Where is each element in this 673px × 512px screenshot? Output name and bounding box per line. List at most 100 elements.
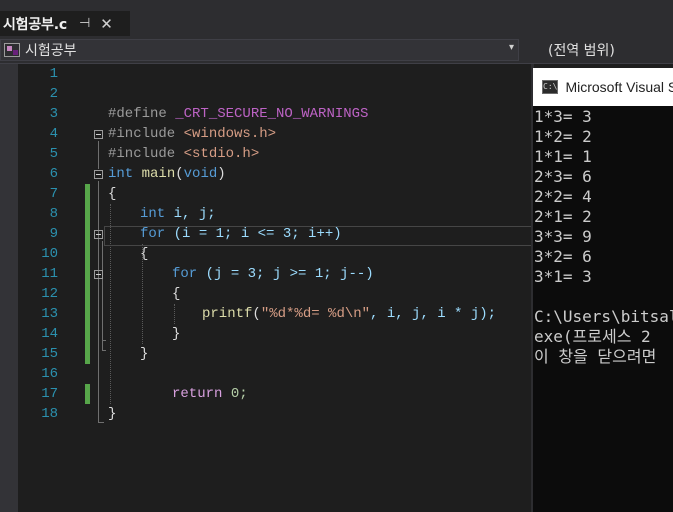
line-number: 3	[49, 106, 58, 122]
close-icon[interactable]: ✕	[100, 15, 113, 33]
line-number: 17	[41, 386, 58, 402]
code-line-7[interactable]: {	[108, 184, 116, 204]
paren: )	[217, 166, 226, 182]
document-tab-strip: 시험공부.c ⊣ ✕	[0, 0, 673, 36]
keyword: for	[172, 266, 198, 282]
include-header: <windows.h>	[183, 126, 277, 142]
console-line: 1*3= 3	[534, 107, 592, 126]
line-number: 13	[41, 306, 58, 322]
outline-line	[98, 181, 99, 423]
navigation-bar: 시험공부 ▾ (전역 범위)	[0, 36, 673, 64]
include-header: <stdio.h>	[183, 146, 260, 162]
arguments: , i, j, i * j);	[370, 306, 497, 322]
console-line: 2*1= 2	[534, 207, 592, 226]
line-number: 7	[49, 186, 58, 202]
keyword: for	[140, 226, 166, 242]
collapse-icon[interactable]	[94, 170, 103, 179]
brace: }	[172, 326, 181, 342]
for-condition: (i = 1; i <= 3; i++)	[165, 226, 342, 242]
change-indicator	[85, 384, 90, 404]
tab-title[interactable]: 시험공부.c	[3, 14, 67, 34]
global-scope-label: (전역 범위)	[548, 43, 615, 59]
project-icon	[4, 43, 20, 57]
console-line: 3*1= 3	[534, 267, 592, 286]
change-indicator	[85, 184, 90, 364]
code-line-6[interactable]: int main(void)	[108, 164, 226, 184]
code-line-9[interactable]: for (i = 1; i <= 3; i++)	[140, 224, 342, 244]
keyword: int	[140, 206, 166, 222]
paren: (	[175, 166, 184, 182]
keyword: int	[108, 166, 134, 182]
code-line-14[interactable]: }	[172, 324, 180, 344]
return-value: 0;	[222, 386, 248, 402]
line-number: 11	[41, 266, 58, 282]
console-line: 3*3= 9	[534, 227, 592, 246]
pin-icon[interactable]: ⊣	[79, 16, 90, 31]
code-line-15[interactable]: }	[140, 344, 148, 364]
code-line-18[interactable]: }	[108, 404, 116, 424]
brace: }	[140, 346, 149, 362]
outline-line	[102, 350, 106, 351]
brace: }	[108, 406, 117, 422]
console-line: 1*2= 2	[534, 127, 592, 146]
code-line-11[interactable]: for (j = 3; j >= 1; j--)	[172, 264, 374, 284]
brace: {	[172, 286, 181, 302]
global-scope-dropdown[interactable]: (전역 범위)	[530, 39, 673, 61]
function-name: printf	[202, 306, 253, 322]
outline-line	[102, 281, 103, 341]
line-number: 6	[49, 166, 58, 182]
brace: {	[140, 246, 149, 262]
console-title-bar[interactable]: C:\ Microsoft Visual Studio 디버그 콘솔	[533, 68, 673, 106]
collapse-icon[interactable]	[94, 130, 103, 139]
brace: {	[108, 186, 117, 202]
code-line-13[interactable]: printf("%d*%d= %d\n", i, j, i * j);	[202, 304, 496, 324]
line-number: 15	[41, 346, 58, 362]
line-number: 10	[41, 246, 58, 262]
collapse-icon[interactable]	[94, 270, 103, 279]
code-line-12[interactable]: {	[172, 284, 180, 304]
line-number: 14	[41, 326, 58, 342]
preprocessor-directive: #include	[108, 146, 176, 162]
console-icon: C:\	[542, 80, 559, 94]
collapse-icon[interactable]	[94, 230, 103, 239]
line-number: 8	[49, 206, 58, 222]
code-line-10[interactable]: {	[140, 244, 148, 264]
project-scope-label: 시험공부	[25, 43, 77, 59]
code-line-4[interactable]: #include <windows.h>	[108, 124, 276, 144]
console-line: exe(프로세스 2	[534, 327, 651, 346]
line-number: 5	[49, 146, 58, 162]
for-condition: (j = 3; j >= 1; j--)	[197, 266, 374, 282]
console-line: C:\Users\bitsal\source\repos\시험공부\x64\De…	[534, 307, 673, 326]
outline-line	[98, 422, 104, 423]
chevron-down-icon[interactable]: ▾	[509, 42, 514, 53]
code-line-17[interactable]: return 0;	[172, 384, 248, 404]
editor-margin	[0, 64, 18, 512]
outline-line	[98, 141, 99, 169]
string-literal: "%d*%d= %d\n"	[260, 306, 371, 322]
code-line-8[interactable]: int i, j;	[140, 204, 216, 224]
keyword: return	[172, 386, 223, 402]
console-line: 3*2= 6	[534, 247, 592, 266]
keyword: void	[183, 166, 218, 182]
code-editor[interactable]: 1 2 3 4 5 6 7 8 9 10 11 12 13 14 15 16 17 18 #define _CRT…	[0, 64, 532, 512]
console-output: 1*3= 3 1*2= 2 1*1= 1 2*3= 6 2*2= 4 2*1= 2 3*3=…	[534, 107, 673, 367]
debug-console-window[interactable]: C:\ Microsoft Visual Studio 디버그 콘솔 1*3= …	[533, 68, 673, 512]
outline-line	[102, 340, 106, 341]
line-number: 1	[49, 66, 58, 82]
console-line: 2*2= 4	[534, 187, 592, 206]
line-number: 18	[41, 406, 58, 422]
line-number: 9	[49, 226, 58, 242]
macro-name: _CRT_SECURE_NO_WARNINGS	[175, 106, 369, 122]
function-name: main	[141, 166, 176, 182]
project-scope-dropdown[interactable]: 시험공부 ▾	[0, 39, 519, 61]
code-line-3[interactable]: #define _CRT_SECURE_NO_WARNINGS	[108, 104, 368, 124]
console-line: 2*3= 6	[534, 167, 592, 186]
document-tab[interactable]: 시험공부.c ⊣ ✕	[0, 11, 130, 36]
console-line: 이 창을 닫으려면	[534, 347, 657, 366]
line-number: 4	[49, 126, 58, 142]
declaration: i, j;	[165, 206, 216, 222]
code-line-5[interactable]: #include <stdio.h>	[108, 144, 259, 164]
console-title: Microsoft Visual Studio 디버그 콘솔	[565, 79, 673, 95]
line-number: 12	[41, 286, 58, 302]
